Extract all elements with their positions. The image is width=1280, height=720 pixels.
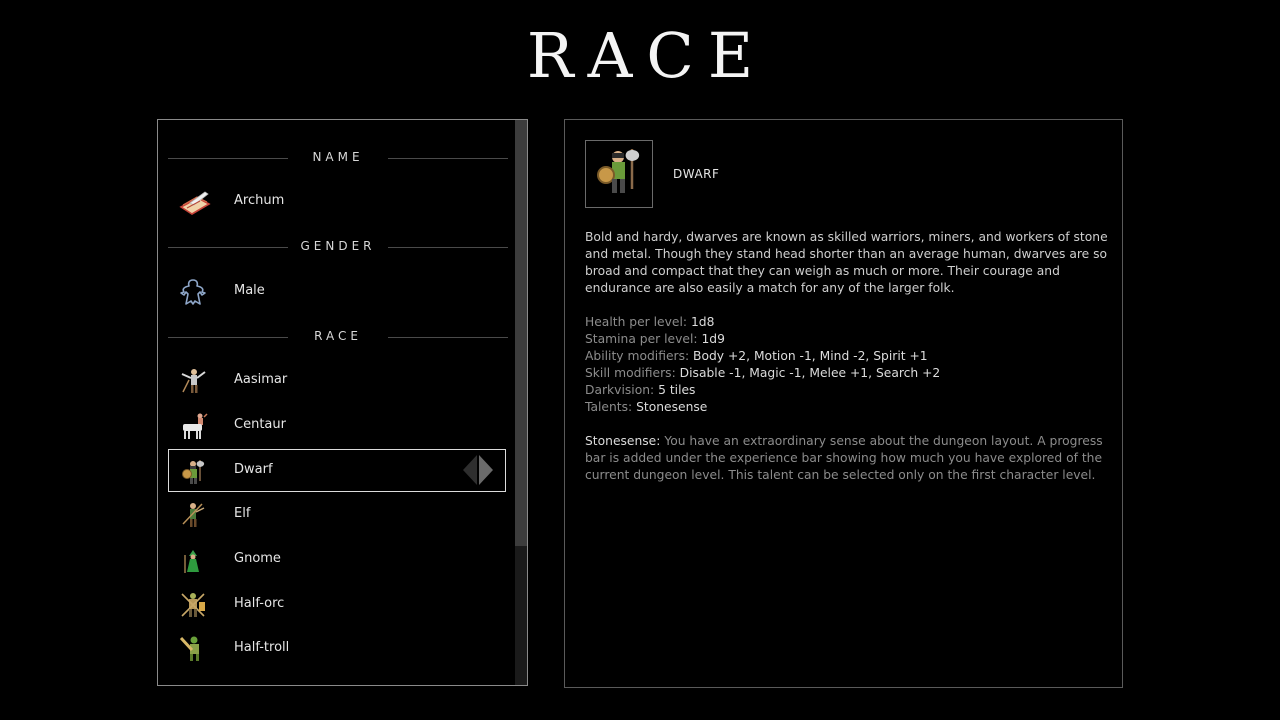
race-detail-panel: DWARF Bold and hardy, dwarves are known … (564, 119, 1123, 688)
stat-ability-modifiers: Ability modifiers: Body +2, Motion -1, M… (585, 349, 928, 363)
male-figure-icon (178, 277, 208, 307)
race-item-half-orc[interactable]: Half-orc (168, 583, 506, 626)
race-item-elf[interactable]: Elf (168, 493, 506, 536)
race-item-centaur[interactable]: Centaur (168, 404, 506, 447)
stat-health: Health per level: 1d8 (585, 315, 715, 329)
half-troll-sprite-icon (178, 634, 208, 664)
selection-arrows-icon[interactable] (461, 455, 495, 485)
race-item-label: Aasimar (234, 372, 288, 387)
race-item-label: Elf (234, 506, 251, 521)
race-section-header: RACE (168, 327, 508, 347)
race-item-label: Centaur (234, 417, 286, 432)
scrollbar[interactable] (515, 120, 527, 685)
scrollbar-thumb[interactable] (515, 120, 527, 546)
dwarf-sprite-icon (179, 457, 209, 487)
elf-sprite-icon (178, 500, 208, 530)
race-item-label: Half-orc (234, 596, 285, 611)
race-detail-name: DWARF (673, 167, 720, 181)
character-list-panel: NAME Archum GENDER Male RACE Aasimar Cen… (157, 119, 528, 686)
character-name-value: Archum (234, 193, 285, 208)
name-section-header: NAME (168, 148, 508, 168)
dwarf-portrait-icon (585, 140, 653, 208)
race-stats: Health per level: 1d8 Stamina per level:… (585, 314, 1110, 416)
race-item-half-troll[interactable]: Half-troll (168, 627, 506, 670)
stat-darkvision: Darkvision: 5 tiles (585, 383, 696, 397)
centaur-sprite-icon (178, 411, 208, 441)
gnome-sprite-icon (178, 545, 208, 575)
race-item-label: Dwarf (234, 462, 273, 477)
page-title: RACE (526, 19, 768, 92)
talent-description: Stonesense: You have an extraordinary se… (585, 433, 1110, 484)
race-item-gnome[interactable]: Gnome (168, 538, 506, 581)
race-item-dwarf[interactable]: Dwarf (168, 449, 506, 492)
gender-value: Male (234, 283, 265, 298)
talent-name: Stonesense: (585, 434, 661, 448)
name-row[interactable]: Archum (168, 180, 506, 223)
race-item-label: Half-troll (234, 640, 290, 655)
stat-stamina: Stamina per level: 1d9 (585, 332, 725, 346)
race-item-aasimar[interactable]: Aasimar (168, 359, 506, 402)
talent-text: You have an extraordinary sense about th… (585, 434, 1103, 482)
gender-section-header: GENDER (168, 237, 508, 257)
aasimar-sprite-icon (178, 366, 208, 396)
race-description: Bold and hardy, dwarves are known as ski… (585, 230, 1108, 295)
gender-row[interactable]: Male (168, 270, 506, 313)
stat-skill-modifiers: Skill modifiers: Disable -1, Magic -1, M… (585, 366, 941, 380)
half-orc-sprite-icon (178, 590, 208, 620)
quill-scroll-icon (178, 187, 211, 217)
stat-talents: Talents: Stonesense (585, 400, 708, 414)
race-item-label: Gnome (234, 551, 281, 566)
